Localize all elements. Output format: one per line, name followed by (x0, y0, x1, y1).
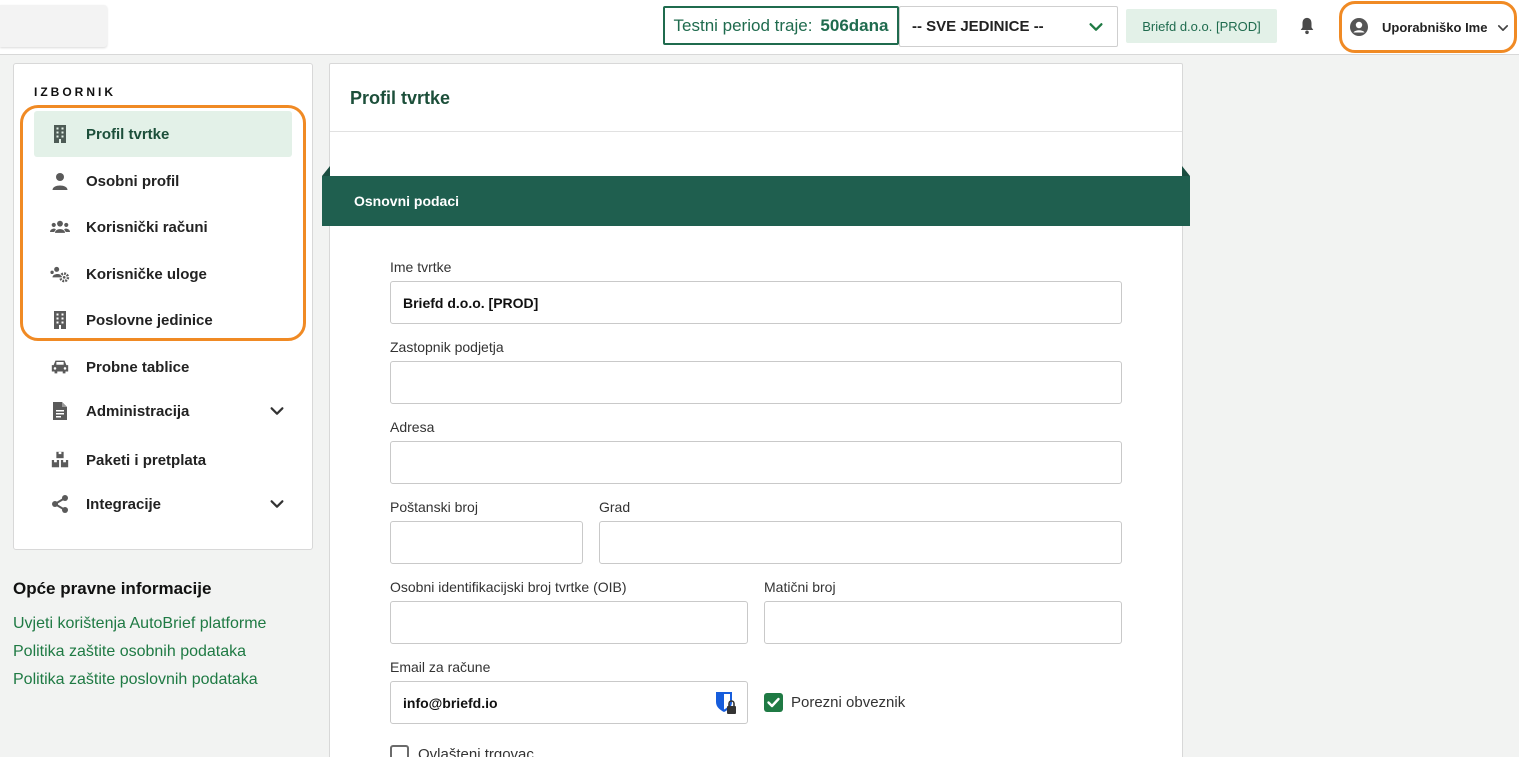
terms-of-use-link[interactable]: Uvjeti korištenja AutoBrief platforme (13, 615, 266, 633)
invoice-email-label: Email za račune (390, 659, 491, 675)
sidebar-item-label: Korisničke uloge (86, 265, 207, 283)
banner-fold-right (1182, 166, 1190, 176)
user-menu[interactable]: Uporabniško Ime (1339, 1, 1517, 53)
sidebar-item-label: Paketi i pretplata (86, 451, 207, 469)
sidebar-item-administration[interactable]: Administracija (34, 388, 292, 434)
boxes-icon (51, 451, 69, 468)
sidebar-menu: IZBORNIK Profil tvrtke Osobni profil Kor… (13, 63, 313, 550)
checkmark-icon (767, 697, 780, 708)
chevron-down-icon[interactable] (268, 402, 286, 420)
sidebar-item-label: Probne tablice (86, 358, 190, 376)
sidebar-item-label: Integracije (86, 495, 162, 513)
chevron-down-icon (1497, 25, 1509, 31)
company-profile-card: Profil tvrtke (329, 63, 1183, 757)
users-gear-icon (50, 266, 70, 283)
city-label: Grad (599, 499, 631, 515)
page-title: Profil tvrtke (350, 88, 451, 108)
sidebar-item-user-accounts[interactable]: Korisnički računi (34, 204, 292, 250)
registration-number-label: Matični broj (764, 579, 836, 595)
representative-input[interactable] (390, 361, 1122, 404)
company-name-input[interactable]: Briefd d.o.o. [PROD] (390, 281, 1122, 324)
share-icon (52, 495, 68, 513)
trial-days: 506dana (820, 15, 889, 35)
privacy-policy-link[interactable]: Politika zaštite osobnih podataka (13, 643, 246, 661)
building-icon (54, 125, 66, 143)
company-name-value: Briefd d.o.o. [PROD] (403, 294, 539, 311)
oib-input[interactable] (390, 601, 748, 644)
section-header-basic-data: Osnovni podaci (322, 176, 1190, 226)
username: Uporabniško Ime (1382, 19, 1488, 35)
company-badge-label: Briefd d.o.o. [PROD] (1142, 18, 1261, 34)
sidebar-item-label: Poslovne jedinice (86, 311, 213, 329)
sidebar-item-label: Osobni profil (86, 172, 180, 190)
legal-info-title: Opće pravne informacije (13, 579, 212, 598)
chevron-down-icon[interactable] (268, 495, 286, 513)
registration-number-input[interactable] (764, 601, 1122, 644)
trial-label: Testni period traje: (673, 15, 813, 35)
postal-code-input[interactable] (390, 521, 583, 564)
sidebar-item-personal-profile[interactable]: Osobni profil (34, 158, 292, 204)
bell-icon[interactable] (1298, 16, 1316, 36)
company-badge[interactable]: Briefd d.o.o. [PROD] (1126, 9, 1277, 43)
sidebar-item-business-units[interactable]: Poslovne jedinice (34, 297, 292, 343)
banner-fold-left (322, 166, 330, 176)
password-manager-icon[interactable] (715, 691, 737, 715)
sidebar-item-label: Profil tvrtke (86, 125, 170, 143)
invoice-email-input[interactable]: info@briefd.io (390, 681, 748, 724)
representative-label: Zastopnik podjetja (390, 339, 504, 355)
top-bar: Testni period traje: 506dana -- SVE JEDI… (0, 0, 1519, 55)
sidebar-item-label: Korisnički računi (86, 218, 208, 236)
users-icon (50, 220, 70, 233)
business-unit-select[interactable]: -- SVE JEDINICE -- (899, 6, 1118, 47)
chevron-down-icon (1089, 23, 1103, 31)
authorized-dealer-checkbox[interactable] (390, 745, 409, 757)
sidebar-item-integrations[interactable]: Integracije (34, 481, 292, 527)
authorized-dealer-label: Ovlašteni trgovac (418, 746, 534, 757)
section-title: Osnovni podaci (354, 193, 460, 209)
logo[interactable] (0, 5, 107, 47)
trial-period-indicator: Testni period traje: 506dana (663, 6, 899, 45)
address-input[interactable] (390, 441, 1122, 484)
user-avatar-icon (1350, 18, 1368, 36)
person-icon (52, 173, 68, 190)
oib-label: Osobni identifikacijski broj tvrtke (OIB… (390, 579, 627, 595)
business-unit-select-value: -- SVE JEDINICE -- (912, 18, 1044, 35)
sidebar-item-company-profile[interactable]: Profil tvrtke (34, 111, 292, 157)
address-label: Adresa (390, 419, 435, 435)
city-input[interactable] (599, 521, 1122, 564)
car-icon (51, 360, 69, 374)
tax-payer-checkbox[interactable] (764, 693, 783, 712)
document-icon (53, 402, 67, 420)
divider (330, 131, 1182, 132)
building-icon (54, 311, 66, 329)
menu-title: IZBORNIK (34, 85, 116, 99)
postal-code-label: Poštanski broj (390, 499, 478, 515)
tax-payer-label: Porezni obveznik (791, 694, 906, 711)
invoice-email-value: info@briefd.io (403, 694, 498, 711)
sidebar-item-label: Administracija (86, 402, 190, 420)
company-name-label: Ime tvrtke (390, 259, 452, 275)
sidebar-item-user-roles[interactable]: Korisničke uloge (34, 251, 292, 297)
sidebar-item-packages[interactable]: Paketi i pretplata (34, 437, 292, 483)
sidebar-item-test-plates[interactable]: Probne tablice (34, 344, 292, 390)
business-data-policy-link[interactable]: Politika zaštite poslovnih podataka (13, 671, 258, 689)
